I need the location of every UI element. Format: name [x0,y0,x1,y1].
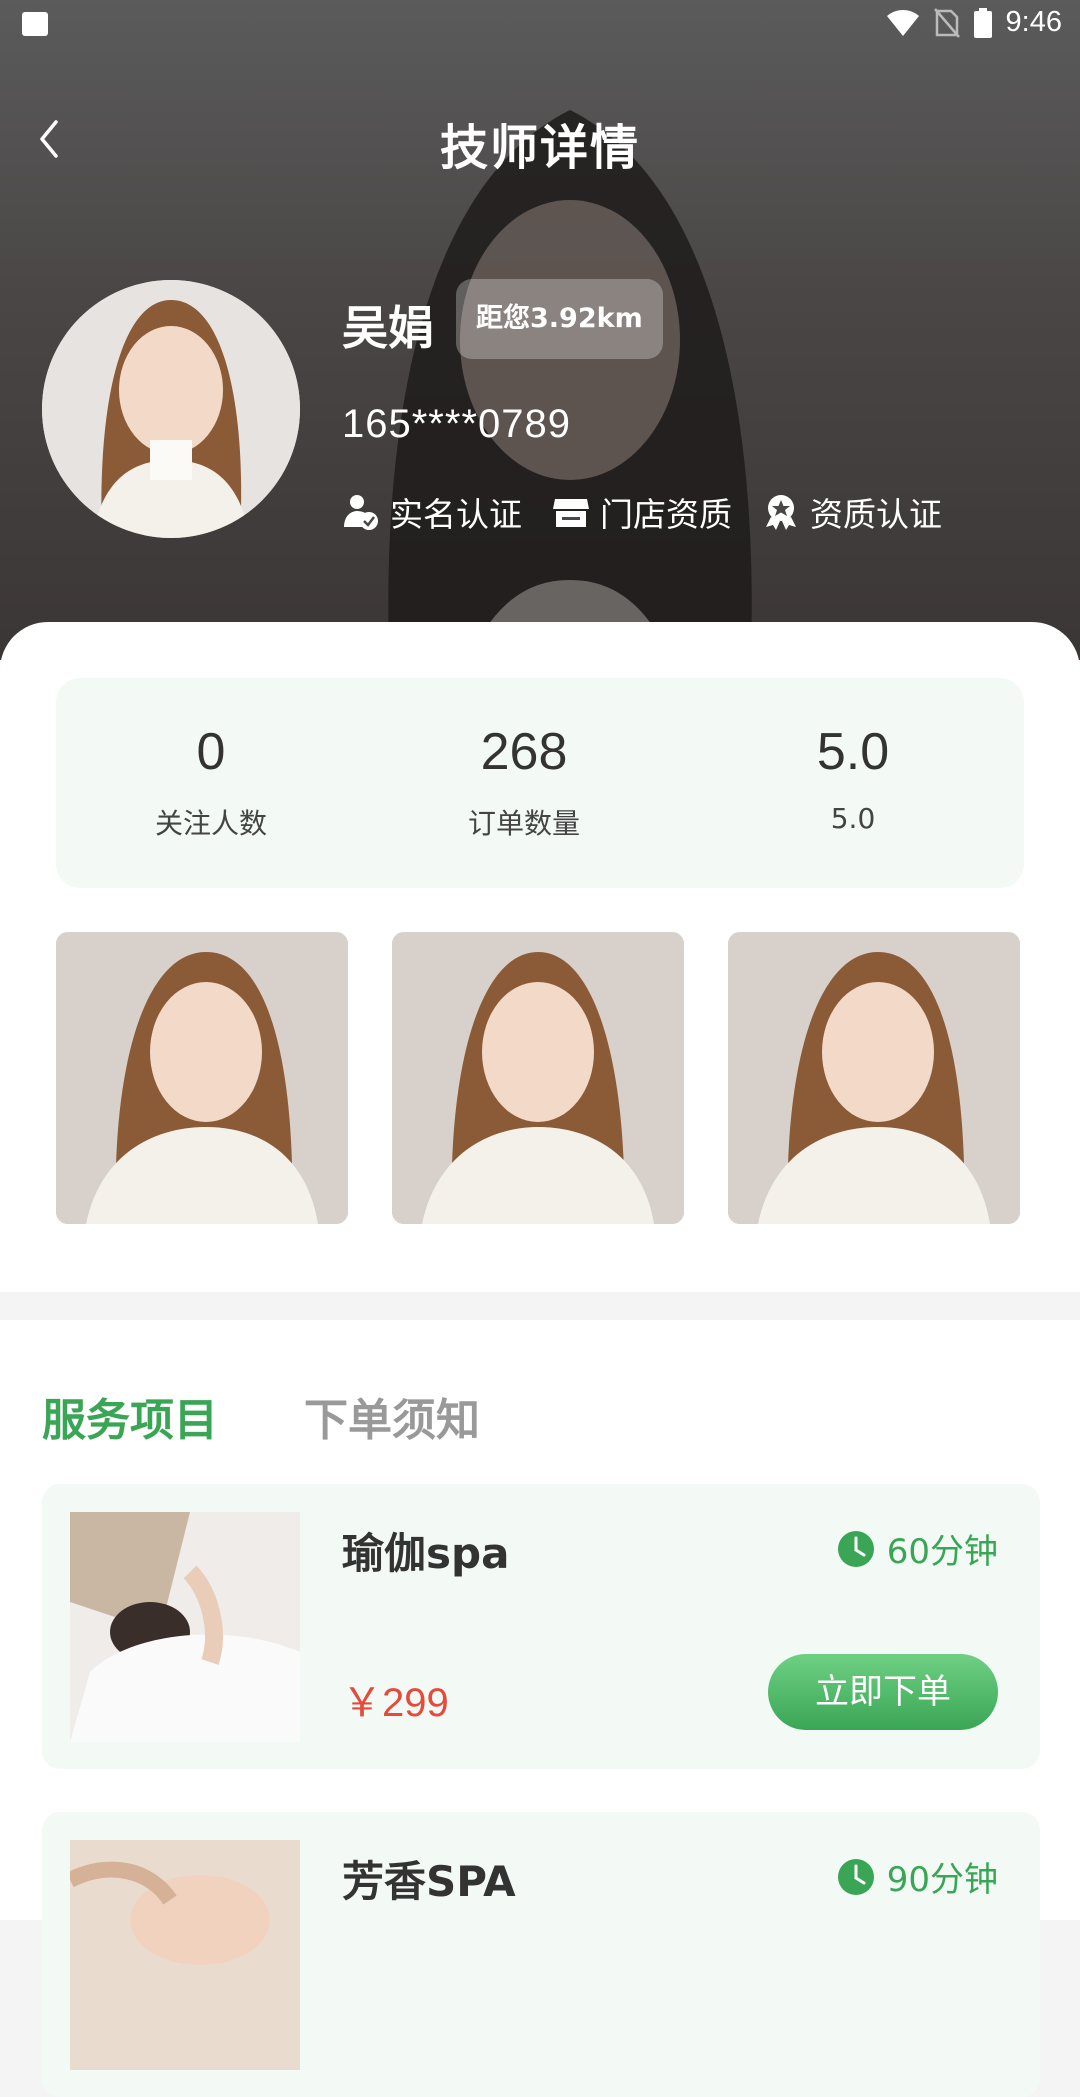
avatar[interactable] [42,280,300,538]
cert-label: 资质认证 [810,495,942,534]
photo-image [56,932,348,1224]
service-price: ￥299 [342,1681,449,1725]
gallery-photo[interactable] [56,932,348,1224]
tab-services[interactable]: 服务项目 [42,1384,218,1448]
wifi-icon [886,9,919,36]
status-time: 9:46 [1005,6,1062,38]
profile-content: 0 关注人数 268 订单数量 5.0 5.0 [0,622,1080,1292]
stat-value: 5.0 [816,723,890,781]
service-thumbnail [70,1840,300,2070]
phone-number: 165****0789 [342,402,571,446]
stat-value: 0 [196,723,226,781]
technician-name: 吴娟 [342,301,434,355]
stat-followers: 0 关注人数 [56,678,366,888]
clock-icon [837,1858,874,1895]
photo-gallery [56,932,1020,1224]
stat-label: 订单数量 [467,807,580,840]
gallery-photo[interactable] [728,932,1020,1224]
service-thumbnail [70,1512,300,1742]
page-title: 技师详情 [439,120,640,176]
duration-label: 90分钟 [886,1860,998,1900]
user-verified-icon [344,495,378,530]
hero-header: 9:46 技师详情 吴娟 距您3.92km 165****0789 实名认证 门… [0,0,1080,660]
stat-label: 关注人数 [154,807,267,840]
tab-bar: 服务项目 下单须知 [42,1384,480,1448]
stat-label: 5.0 [830,802,876,835]
photo-image [728,932,1020,1224]
no-sim-icon [933,7,960,38]
cert-label: 门店资质 [600,495,732,534]
clock-icon [837,1530,874,1567]
stats-panel: 0 关注人数 268 订单数量 5.0 5.0 [56,678,1024,888]
distance-badge: 距您3.92km [456,279,663,359]
stat-rating: 5.0 5.0 [682,678,1024,888]
certification-list: 实名认证 门店资质 资质认证 [342,488,942,536]
service-title: 瑜伽spa [342,1529,510,1578]
service-card[interactable]: 瑜伽spa 60分钟 ￥299 立即下单 [42,1484,1040,1769]
stat-orders: 268 订单数量 [366,678,682,888]
store-icon [553,499,589,527]
order-now-button[interactable]: 立即下单 [768,1654,998,1730]
service-card[interactable]: 芳香SPA 90分钟 [42,1812,1040,2097]
stat-value: 268 [480,723,568,781]
service-image [70,1512,300,1742]
photo-image [392,932,684,1224]
tab-order-notice[interactable]: 下单须知 [304,1384,480,1448]
duration-label: 60分钟 [886,1532,998,1572]
status-bar: 9:46 [0,0,1080,50]
badge-icon [766,495,796,530]
services-section: 服务项目 下单须知 瑜伽spa 60分钟 ￥299 立即下单 芳香SPA 90分… [0,1320,1080,2097]
cert-store[interactable]: 门店资质 [552,488,732,536]
service-duration: 60分钟 [837,1524,998,1573]
cert-qualification[interactable]: 资质认证 [762,488,942,536]
gallery-notification-icon [22,12,48,36]
gallery-photo[interactable] [392,932,684,1224]
service-title: 芳香SPA [342,1857,516,1906]
service-duration: 90分钟 [837,1852,998,1901]
cert-real-name[interactable]: 实名认证 [342,488,522,536]
battery-icon [973,7,992,38]
cert-label: 实名认证 [390,495,522,534]
service-image [70,1840,300,2070]
avatar-image [42,280,300,538]
